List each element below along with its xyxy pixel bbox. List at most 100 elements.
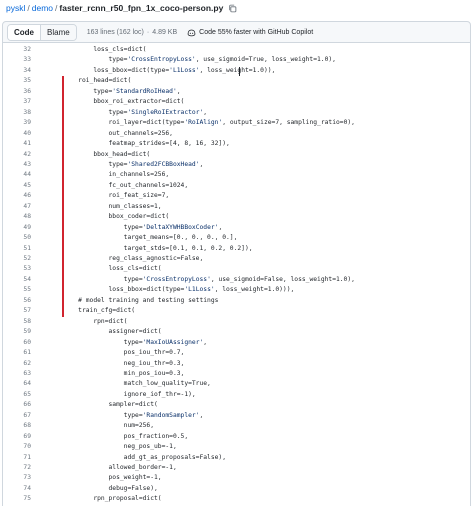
line-number[interactable]: 72 bbox=[3, 463, 31, 474]
code-text: ignore_iof_thr=-1), bbox=[63, 390, 196, 398]
code-text: # model training and testing settings bbox=[63, 296, 219, 304]
line-number[interactable]: 37 bbox=[3, 97, 31, 108]
code-text: roi_head=dict( bbox=[63, 77, 132, 85]
line-number[interactable]: 69 bbox=[3, 432, 31, 443]
code-line: 44 in_channels=256, bbox=[3, 170, 470, 181]
line-number[interactable]: 40 bbox=[3, 129, 31, 140]
copilot-promo-link[interactable]: Code 55% faster with GitHub Copilot bbox=[187, 28, 313, 37]
line-number[interactable]: 53 bbox=[3, 264, 31, 275]
line-number[interactable]: 34 bbox=[3, 66, 31, 77]
line-number[interactable]: 74 bbox=[3, 484, 31, 495]
code-line: 70 neg_pos_ub=-1, bbox=[3, 442, 470, 453]
line-number[interactable]: 65 bbox=[3, 390, 31, 401]
line-number[interactable]: 45 bbox=[3, 181, 31, 192]
code-line: 47 num_classes=1, bbox=[3, 202, 470, 213]
line-number[interactable]: 66 bbox=[3, 400, 31, 411]
code-line: 58 rpn=dict( bbox=[3, 317, 470, 328]
copilot-promo-text: Code 55% faster with GitHub Copilot bbox=[199, 28, 314, 36]
copy-icon bbox=[229, 4, 237, 12]
code-line: 43 type='Shared2FCBBoxHead', bbox=[3, 160, 470, 171]
line-number[interactable]: 55 bbox=[3, 285, 31, 296]
code-line: 60 type='MaxIoUAssigner', bbox=[3, 338, 470, 349]
code-text: fc_out_channels=1024, bbox=[63, 181, 189, 189]
code-line: 39 roi_layer=dict(type='RoIAlign', outpu… bbox=[3, 118, 470, 129]
code-line: 40 out_channels=256, bbox=[3, 129, 470, 140]
line-number[interactable]: 33 bbox=[3, 55, 31, 66]
code-line: 63 min_pos_iou=0.3, bbox=[3, 369, 470, 380]
line-number[interactable]: 50 bbox=[3, 233, 31, 244]
code-line: 64 match_low_quality=True, bbox=[3, 379, 470, 390]
line-number[interactable]: 52 bbox=[3, 254, 31, 265]
line-number[interactable]: 73 bbox=[3, 473, 31, 484]
line-number[interactable]: 68 bbox=[3, 421, 31, 432]
line-number[interactable]: 51 bbox=[3, 244, 31, 255]
code-line: 37 bbox_roi_extractor=dict( bbox=[3, 97, 470, 108]
copilot-icon bbox=[187, 29, 196, 36]
code-text: type='SingleRoIExtractor', bbox=[63, 108, 208, 116]
line-number[interactable]: 71 bbox=[3, 453, 31, 464]
line-number[interactable]: 64 bbox=[3, 379, 31, 390]
line-number[interactable]: 47 bbox=[3, 202, 31, 213]
code-text: roi_feat_size=7, bbox=[63, 192, 170, 200]
tab-blame[interactable]: Blame bbox=[41, 24, 76, 40]
code-text: debug=False), bbox=[63, 484, 158, 492]
line-number[interactable]: 46 bbox=[3, 191, 31, 202]
code-text: num_classes=1, bbox=[63, 202, 162, 210]
info-separator: · bbox=[146, 28, 150, 36]
line-number[interactable]: 62 bbox=[3, 359, 31, 370]
file-toolbar: Code Blame 163 lines (162 loc) · 4.89 KB… bbox=[2, 21, 471, 43]
code-text: rpn_proposal=dict( bbox=[63, 495, 162, 503]
code-text: pos_fraction=0.5, bbox=[63, 432, 189, 440]
code-line: 50 target_means=[0., 0., 0., 0.], bbox=[3, 233, 470, 244]
code-text: neg_pos_ub=-1, bbox=[63, 443, 177, 451]
code-line: 59 assigner=dict( bbox=[3, 327, 470, 338]
line-number[interactable]: 42 bbox=[3, 150, 31, 161]
code-text: min_pos_iou=0.3, bbox=[63, 369, 185, 377]
line-number[interactable]: 36 bbox=[3, 87, 31, 98]
line-number[interactable]: 48 bbox=[3, 212, 31, 223]
line-number[interactable]: 61 bbox=[3, 348, 31, 359]
line-number[interactable]: 32 bbox=[3, 45, 31, 56]
code-text: type='StandardRoIHead', bbox=[63, 87, 181, 95]
line-number[interactable]: 39 bbox=[3, 118, 31, 129]
line-number[interactable]: 63 bbox=[3, 369, 31, 380]
line-number[interactable]: 43 bbox=[3, 160, 31, 171]
line-number[interactable]: 67 bbox=[3, 411, 31, 422]
code-line: 56 # model training and testing settings bbox=[3, 296, 470, 307]
line-number[interactable]: 54 bbox=[3, 275, 31, 286]
line-number[interactable]: 41 bbox=[3, 139, 31, 150]
code-line: 54 type='CrossEntropyLoss', use_sigmoid=… bbox=[3, 275, 470, 286]
code-line: 62 neg_iou_thr=0.3, bbox=[3, 359, 470, 370]
line-number[interactable]: 57 bbox=[3, 306, 31, 317]
line-number[interactable]: 49 bbox=[3, 223, 31, 234]
line-number[interactable]: 58 bbox=[3, 317, 31, 328]
line-number[interactable]: 44 bbox=[3, 170, 31, 181]
code-text: type='DeltaXYWHBBoxCoder', bbox=[63, 223, 223, 231]
code-text: loss_bbox=dict(type='L1Loss', loss_weigh… bbox=[63, 66, 276, 74]
code-line: 46 roi_feat_size=7, bbox=[3, 191, 470, 202]
code-line: 41 featmap_strides=[4, 8, 16, 32]), bbox=[3, 139, 470, 150]
code-text: pos_weight=-1, bbox=[63, 474, 162, 482]
code-text: in_channels=256, bbox=[63, 171, 170, 179]
code-line: 42 bbox_head=dict( bbox=[3, 150, 470, 161]
copy-path-button[interactable] bbox=[227, 3, 237, 13]
code-line: 73 pos_weight=-1, bbox=[3, 473, 470, 484]
code-text: pos_iou_thr=0.7, bbox=[63, 349, 185, 357]
code-text: type='RandomSampler', bbox=[63, 411, 204, 419]
code-viewer[interactable]: 32 loss_cls=dict(33 type='CrossEntropyLo… bbox=[2, 43, 471, 506]
line-number[interactable]: 70 bbox=[3, 442, 31, 453]
code-text: out_channels=256, bbox=[63, 129, 173, 137]
line-number[interactable]: 59 bbox=[3, 327, 31, 338]
line-number[interactable]: 38 bbox=[3, 108, 31, 119]
code-text: add_gt_as_proposals=False), bbox=[63, 453, 227, 461]
code-text: neg_iou_thr=0.3, bbox=[63, 359, 185, 367]
breadcrumb-owner-link[interactable]: pyskl bbox=[6, 3, 25, 13]
line-number[interactable]: 75 bbox=[3, 494, 31, 505]
view-mode-toggle: Code Blame bbox=[7, 23, 77, 41]
line-number[interactable]: 56 bbox=[3, 296, 31, 307]
line-number[interactable]: 35 bbox=[3, 76, 31, 87]
code-line: 68 num=256, bbox=[3, 421, 470, 432]
breadcrumb-folder-link[interactable]: demo bbox=[32, 3, 53, 13]
line-number[interactable]: 60 bbox=[3, 338, 31, 349]
tab-code[interactable]: Code bbox=[8, 24, 41, 40]
